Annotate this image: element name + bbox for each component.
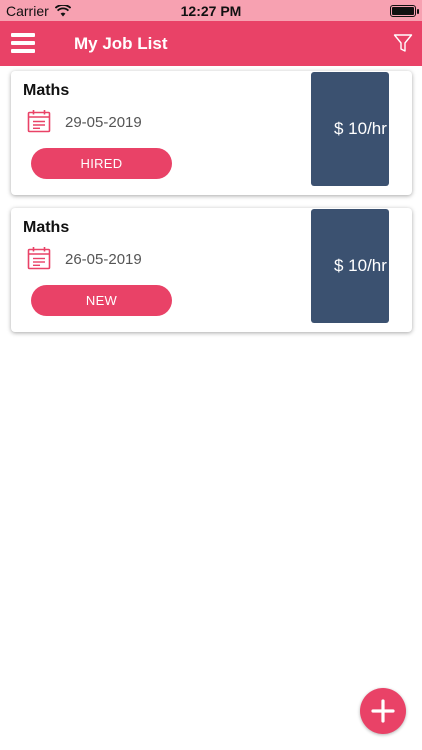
job-subject: Maths bbox=[23, 82, 70, 99]
battery-icon bbox=[390, 4, 419, 17]
page-title: My Job List bbox=[74, 34, 168, 53]
filter-funnel-icon[interactable] bbox=[393, 33, 413, 53]
job-rate: $ 10/hr bbox=[311, 72, 389, 186]
status-badge[interactable]: NEW bbox=[31, 285, 172, 316]
job-date: 26-05-2019 bbox=[65, 251, 142, 268]
job-list: Maths 29-05-2019 HIRED $ 10/hr Maths 26-… bbox=[11, 71, 412, 345]
app-bar: My Job List bbox=[0, 21, 422, 66]
plus-icon bbox=[371, 699, 395, 723]
job-subject: Maths bbox=[23, 219, 70, 236]
status-bar: Carrier 12:27 PM bbox=[0, 0, 422, 21]
calendar-icon bbox=[27, 110, 51, 133]
job-rate: $ 10/hr bbox=[311, 209, 389, 323]
add-job-button[interactable] bbox=[360, 688, 406, 734]
job-card[interactable]: Maths 29-05-2019 HIRED $ 10/hr bbox=[11, 71, 412, 195]
job-date: 29-05-2019 bbox=[65, 114, 142, 131]
status-time: 12:27 PM bbox=[180, 2, 242, 19]
status-badge[interactable]: HIRED bbox=[31, 148, 172, 179]
hamburger-menu-icon[interactable] bbox=[11, 33, 35, 53]
job-card[interactable]: Maths 26-05-2019 NEW $ 10/hr bbox=[11, 208, 412, 332]
calendar-icon bbox=[27, 247, 51, 270]
